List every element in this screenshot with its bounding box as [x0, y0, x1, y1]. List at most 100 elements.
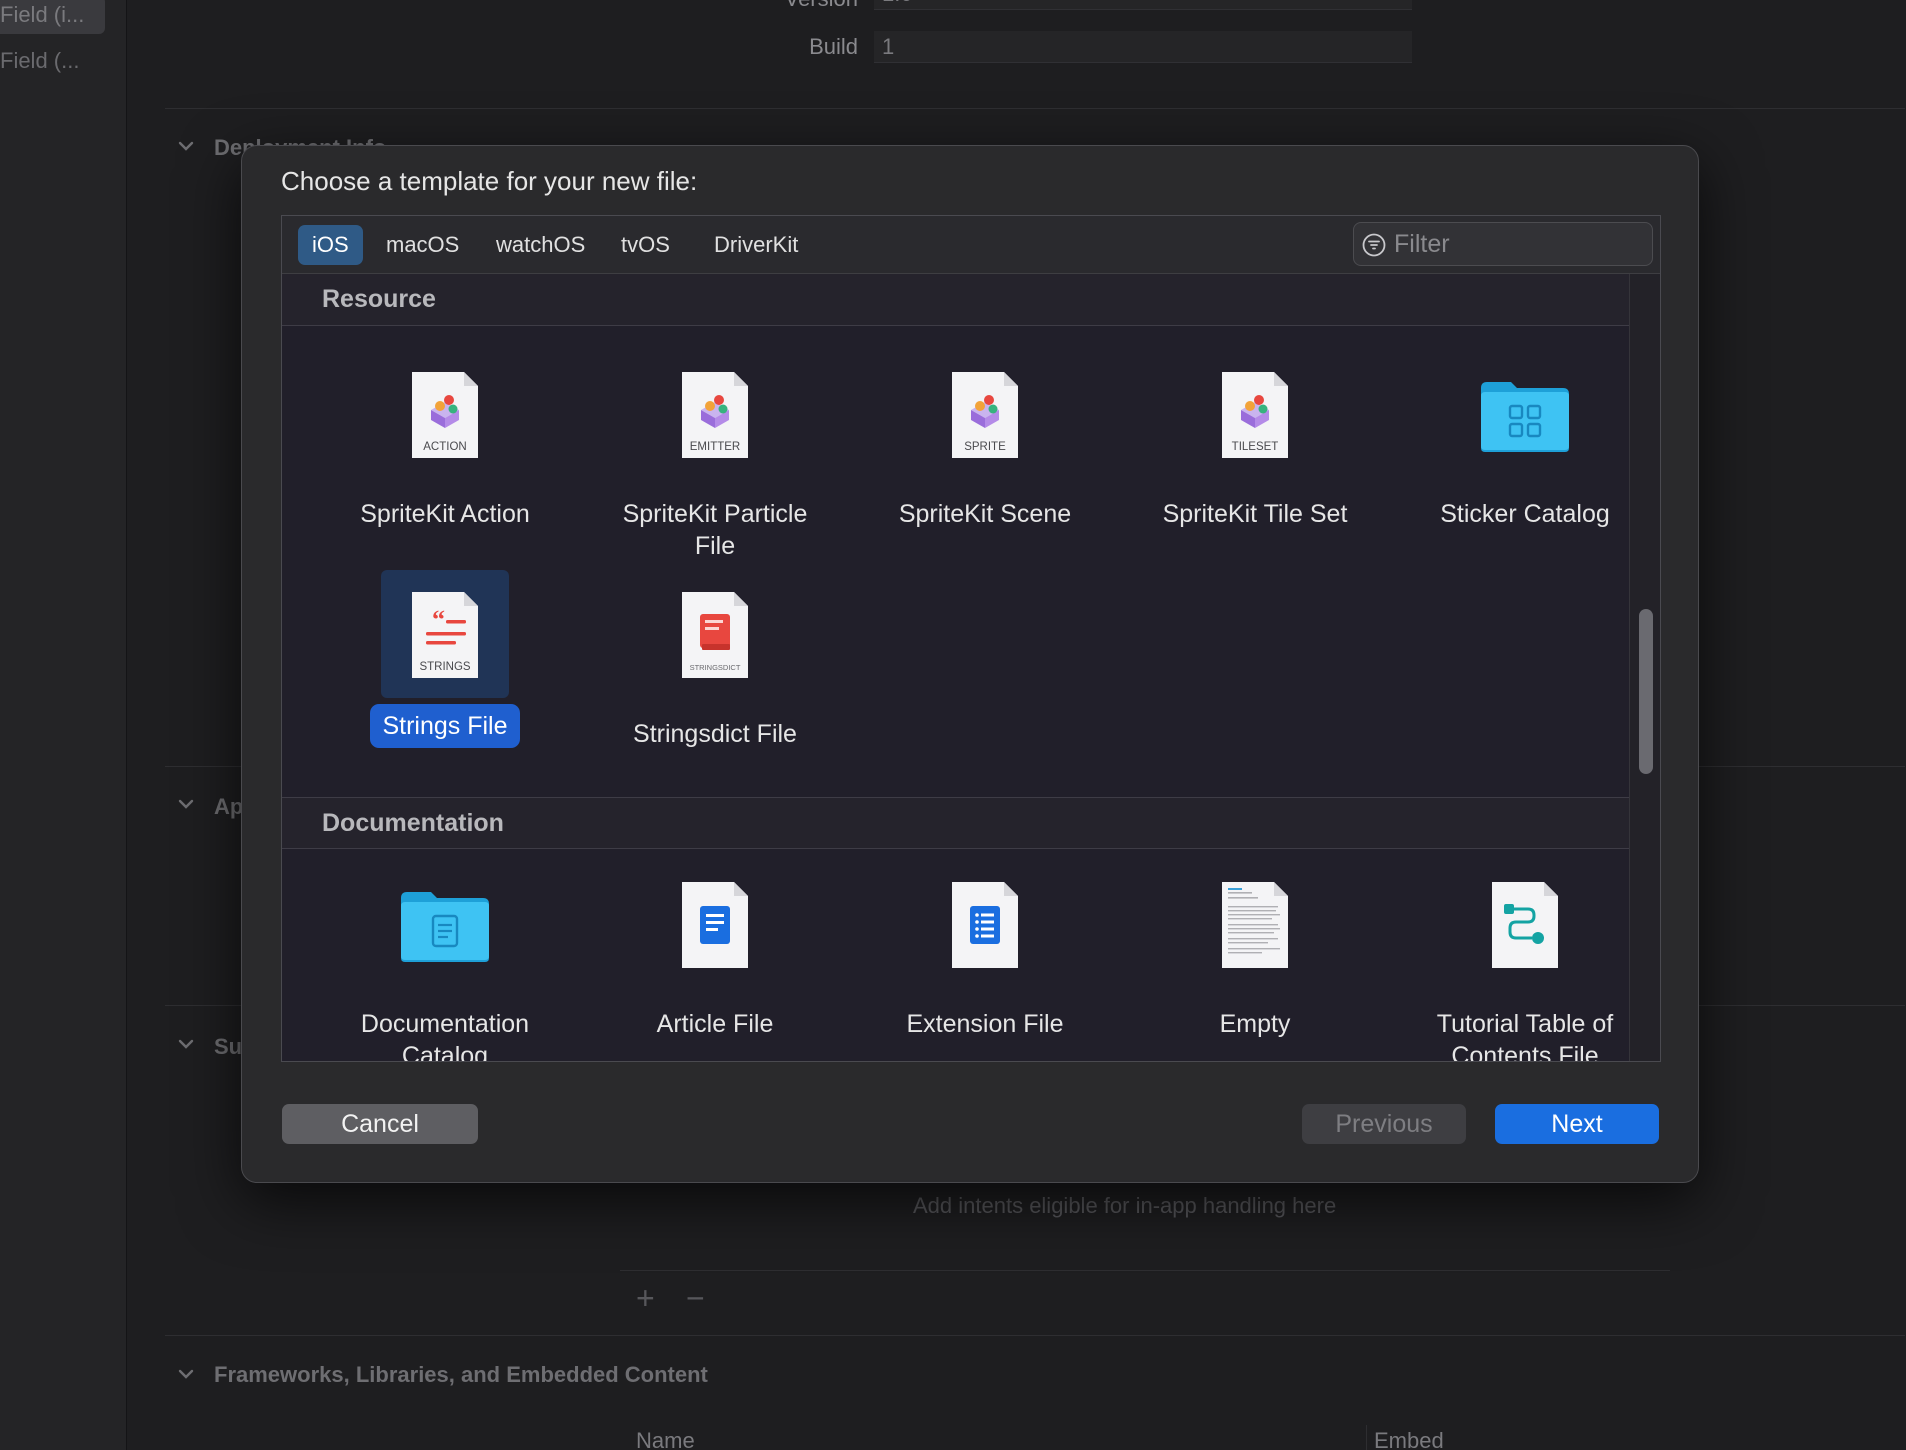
template-icon-box [651, 860, 779, 988]
section-title: Documentation [322, 809, 504, 837]
documentation-folder-icon [401, 892, 489, 962]
cancel-button[interactable]: Cancel [282, 1104, 478, 1144]
sidebar-item[interactable]: Field (... [0, 42, 105, 80]
template-spritekit-action[interactable]: ACTION SpriteKit Action [320, 350, 570, 550]
sidebar-item[interactable]: Field (i... [0, 0, 105, 34]
spritekit-document-icon: EMITTER [682, 372, 748, 458]
template-icon-box [1461, 860, 1589, 988]
section-supported: Su [214, 1034, 243, 1059]
column-header-name[interactable]: Name [636, 1428, 695, 1450]
next-button[interactable]: Next [1495, 1104, 1659, 1144]
chevron-down-icon[interactable] [176, 136, 198, 158]
tab-ios[interactable]: iOS [298, 225, 363, 265]
build-label: Build [809, 34, 858, 59]
chevron-down-icon[interactable] [176, 794, 198, 816]
template-label: Strings File [320, 704, 570, 748]
version-field[interactable]: 1.0 [874, 0, 1412, 10]
spritekit-document-icon: SPRITE [952, 372, 1018, 458]
badge: STRINGS [419, 661, 470, 673]
sticker-folder-icon [1481, 382, 1569, 452]
template-label: Tutorial Table of Contents File [1436, 1010, 1614, 1062]
template-extension-file[interactable]: Extension File [860, 860, 1110, 1060]
svg-text:“: “ [432, 605, 445, 634]
template-strings-file[interactable]: “ STRINGS Strings File [320, 570, 570, 770]
platform-tab-bar: iOS macOS watchOS tvOS DriverKit [282, 216, 1660, 274]
build-field[interactable]: 1 [874, 31, 1412, 63]
badge: STRINGSDICT [690, 663, 741, 672]
section-header-resource: Resource [282, 274, 1629, 326]
divider [620, 1270, 1670, 1271]
tab-macos[interactable]: macOS [372, 225, 473, 265]
template-spritekit-particle-file[interactable]: EMITTER SpriteKit Particle File [590, 350, 840, 560]
template-icon-box [1191, 860, 1319, 988]
filter-icon [1362, 233, 1386, 257]
column-header-embed[interactable]: Embed [1374, 1428, 1444, 1450]
template-label: Empty [1219, 1010, 1291, 1038]
template-label: Sticker Catalog [1440, 500, 1610, 528]
tutorial-toc-document-icon [1492, 882, 1558, 968]
scrollbar-thumb[interactable] [1639, 609, 1653, 774]
badge: ACTION [423, 441, 466, 453]
chevron-down-icon[interactable] [176, 1034, 198, 1056]
new-file-template-sheet: Choose a template for your new file: iOS… [241, 145, 1699, 1183]
template-label: Stringsdict File [633, 720, 797, 748]
strings-document-icon: “ STRINGS [412, 592, 478, 678]
template-spritekit-scene[interactable]: SPRITE SpriteKit Scene [860, 350, 1110, 550]
spritekit-document-icon: ACTION [412, 372, 478, 458]
template-icon-box: STRINGSDICT [651, 570, 779, 698]
template-chooser: iOS macOS watchOS tvOS DriverKit Resou [281, 215, 1661, 1062]
template-spritekit-tile-set[interactable]: TILESET SpriteKit Tile Set [1130, 350, 1380, 550]
template-icon-box: TILESET [1191, 350, 1319, 478]
template-article-file[interactable]: Article File [590, 860, 840, 1060]
divider [165, 1335, 1905, 1336]
filter-input[interactable] [1394, 227, 1644, 261]
template-documentation-catalog[interactable]: Documentation Catalog [320, 860, 570, 1062]
template-tutorial-toc-file[interactable]: Tutorial Table of Contents File [1400, 860, 1650, 1062]
stringsdict-document-icon: STRINGSDICT [682, 592, 748, 678]
column-separator [1366, 1425, 1367, 1450]
template-label: SpriteKit Tile Set [1162, 500, 1348, 528]
filter-field[interactable] [1353, 222, 1653, 266]
template-icon-box [1461, 350, 1589, 478]
badge: SPRITE [964, 441, 1006, 453]
sheet-title: Choose a template for your new file: [281, 166, 698, 196]
template-label: SpriteKit Particle File [622, 500, 808, 560]
template-label: Article File [656, 1010, 774, 1038]
spritekit-document-icon: TILESET [1222, 372, 1288, 458]
section-header-documentation: Documentation [282, 797, 1629, 849]
section-frameworks: Frameworks, Libraries, and Embedded Cont… [214, 1362, 708, 1387]
template-icon-box: ACTION [381, 350, 509, 478]
selected-label: Strings File [370, 704, 520, 748]
section-app: Ap [214, 794, 244, 819]
template-icon-box: SPRITE [921, 350, 1049, 478]
template-icon-box [921, 860, 1049, 988]
previous-button[interactable]: Previous [1302, 1104, 1466, 1144]
add-button[interactable]: + [636, 1280, 655, 1317]
badge: EMITTER [690, 441, 740, 453]
article-document-icon [682, 882, 748, 968]
template-icon-box: EMITTER [651, 350, 779, 478]
extension-document-icon [952, 882, 1018, 968]
template-label: Documentation Catalog [360, 1010, 530, 1062]
vertical-scrollbar[interactable] [1629, 274, 1660, 1061]
section-title: Resource [322, 285, 436, 313]
remove-button[interactable]: − [686, 1280, 705, 1317]
version-label: Version [740, 0, 858, 12]
template-label: Extension File [906, 1010, 1064, 1038]
tab-tvos[interactable]: tvOS [607, 225, 684, 265]
template-sticker-catalog[interactable]: Sticker Catalog [1400, 350, 1650, 550]
badge: TILESET [1232, 441, 1279, 453]
template-icon-box: “ STRINGS [381, 570, 509, 698]
template-label: SpriteKit Scene [898, 500, 1072, 528]
tab-watchos[interactable]: watchOS [482, 225, 599, 265]
empty-document-icon [1222, 882, 1288, 968]
template-stringsdict-file[interactable]: STRINGSDICT Stringsdict File [590, 570, 840, 770]
intents-hint: Add intents eligible for in-app handling… [913, 1193, 1337, 1218]
tab-driverkit[interactable]: DriverKit [700, 225, 812, 265]
navigator-sidebar: Field (i... Field (... [0, 0, 127, 1450]
chevron-down-icon[interactable] [176, 1364, 198, 1386]
divider [165, 108, 1905, 109]
template-icon-box [381, 860, 509, 988]
template-label: SpriteKit Action [360, 500, 530, 528]
template-empty[interactable]: Empty [1130, 860, 1380, 1060]
